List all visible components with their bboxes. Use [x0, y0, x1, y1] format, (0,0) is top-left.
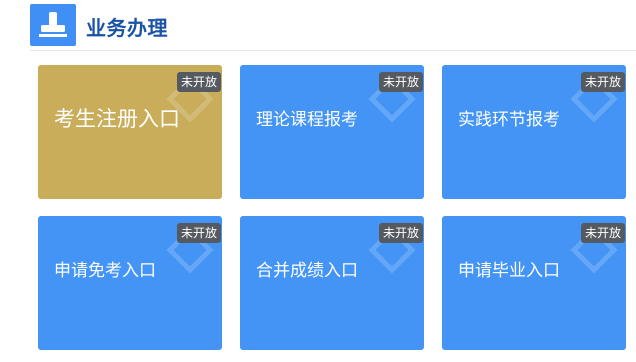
- card-graduation[interactable]: 申请毕业入口 未开放: [442, 216, 626, 350]
- card-theory-course[interactable]: 理论课程报考 未开放: [240, 65, 424, 199]
- status-badge: 未开放: [176, 72, 221, 92]
- status-badge: 未开放: [378, 72, 423, 92]
- stamp-icon: [30, 4, 76, 46]
- status-badge: 未开放: [580, 223, 625, 243]
- card-label: 实践环节报考: [458, 110, 560, 130]
- card-exam-registration[interactable]: 考生注册入口 未开放: [38, 65, 222, 199]
- section-header: 业务办理: [30, 0, 636, 51]
- card-label: 合并成绩入口: [256, 261, 358, 281]
- card-label: 申请免考入口: [54, 261, 156, 281]
- card-exemption[interactable]: 申请免考入口 未开放: [38, 216, 222, 350]
- page-title: 业务办理: [86, 16, 168, 40]
- status-badge: 未开放: [378, 223, 423, 243]
- card-merge-scores[interactable]: 合并成绩入口 未开放: [240, 216, 424, 350]
- status-badge: 未开放: [580, 72, 625, 92]
- status-badge: 未开放: [176, 223, 221, 243]
- card-label: 申请毕业入口: [458, 261, 560, 281]
- card-label: 考生注册入口: [54, 107, 180, 131]
- card-label: 理论课程报考: [256, 110, 358, 130]
- card-practice[interactable]: 实践环节报考 未开放: [442, 65, 626, 199]
